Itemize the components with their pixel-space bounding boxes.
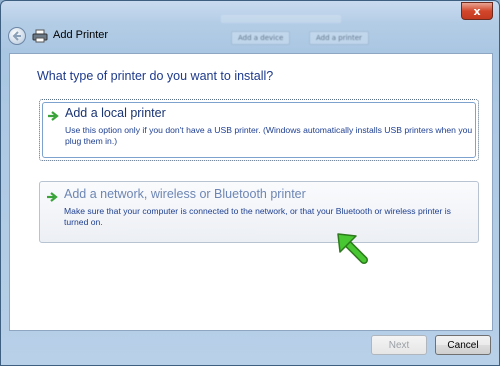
back-button[interactable]	[8, 27, 26, 45]
printer-icon	[32, 29, 48, 43]
green-arrow-icon	[47, 192, 58, 202]
close-icon: x	[473, 4, 481, 18]
wizard-content: What type of printer do you want to inst…	[9, 53, 493, 331]
back-arrow-icon	[12, 31, 21, 41]
add-printer-window: Add a device Add a printer x Add Printer…	[0, 0, 500, 366]
window-title: Add Printer	[53, 29, 109, 41]
option-title: Add a network, wireless or Bluetooth pri…	[64, 187, 306, 201]
wizard-header: Add Printer	[1, 19, 499, 53]
green-arrow-icon	[48, 111, 59, 121]
add-local-printer-option[interactable]: Add a local printer Use this option only…	[39, 99, 479, 161]
close-button[interactable]: x	[461, 2, 493, 20]
option-description: Use this option only if you don't have a…	[65, 125, 473, 146]
cancel-button[interactable]: Cancel	[435, 335, 491, 355]
option-description: Make sure that your computer is connecte…	[64, 206, 451, 227]
green-pointer-arrow-icon	[337, 233, 368, 264]
caption-buttons: x	[461, 2, 493, 20]
focus-highlight: Add a local printer Use this option only…	[42, 102, 476, 158]
next-button[interactable]: Next	[371, 335, 427, 355]
page-question: What type of printer do you want to inst…	[37, 69, 274, 83]
wizard-footer: Next Cancel	[1, 331, 499, 365]
option-title: Add a local printer	[65, 106, 166, 120]
add-network-printer-option[interactable]: Add a network, wireless or Bluetooth pri…	[39, 181, 479, 243]
